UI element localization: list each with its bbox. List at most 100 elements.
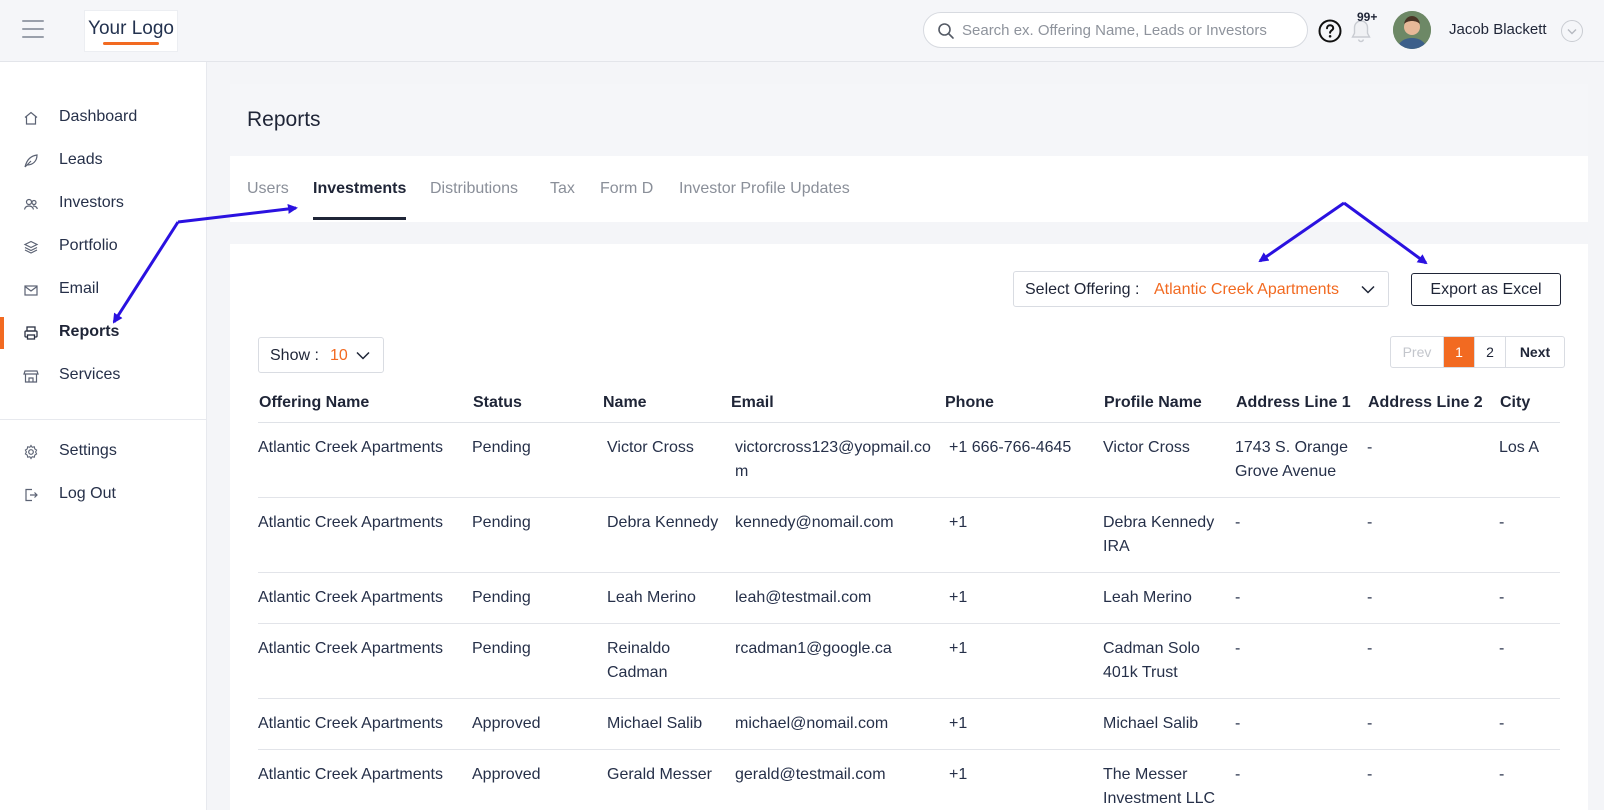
sidebar-item-leads[interactable]: Leads [0, 141, 207, 181]
table-cell: Pending [472, 572, 602, 624]
column-header[interactable]: Address Line 1 [1235, 384, 1367, 423]
sidebar-item-label: Reports [59, 323, 120, 340]
sidebar-item-label: Log Out [59, 485, 116, 502]
table-cell: Atlantic Creek Apartments [258, 422, 472, 498]
table-cell: - [1235, 572, 1367, 624]
content-card: Select Offering : Atlantic Creek Apartme… [230, 244, 1588, 810]
table-row[interactable]: Atlantic Creek Apartments Approved Gerald … [258, 749, 1560, 804]
table-cell: +1 [944, 749, 1103, 804]
help-icon[interactable] [1318, 19, 1342, 43]
show-entries-select[interactable]: Show : 10 [258, 337, 384, 373]
table-cell: - [1499, 572, 1560, 624]
table-cell: +1 666-766-4645 [944, 422, 1103, 498]
table-cell: Leah Merino [1103, 572, 1235, 624]
offering-select-value: Atlantic Creek Apartments [1154, 281, 1339, 298]
table-cell: Michael Salib [602, 698, 730, 750]
sidebar-item-label: Investors [59, 194, 124, 211]
table-cell: Cadman Solo 401k Trust [1103, 623, 1235, 699]
next-page-button[interactable]: Next [1506, 337, 1564, 367]
page-button[interactable]: 1 [1444, 337, 1475, 367]
avatar[interactable] [1393, 11, 1431, 49]
tab-users[interactable]: Users [247, 180, 289, 198]
table-cell: Debra Kennedy [602, 497, 730, 573]
sidebar-item-email[interactable]: Email [0, 270, 207, 310]
menu-icon[interactable] [22, 20, 44, 38]
tab-form-d[interactable]: Form D [600, 180, 653, 198]
search-input[interactable] [962, 19, 1292, 41]
prev-page-button[interactable]: Prev [1391, 337, 1444, 367]
sidebar-divider [0, 419, 207, 420]
offering-select[interactable]: Select Offering : Atlantic Creek Apartme… [1013, 271, 1389, 307]
search-box [923, 12, 1308, 48]
sidebar-item-reports[interactable]: Reports [0, 313, 207, 353]
table-cell: Atlantic Creek Apartments [258, 572, 472, 624]
table-cell: - [1367, 422, 1499, 498]
gear-icon [24, 444, 38, 460]
table-cell: leah@testmail.com [730, 572, 944, 624]
investments-table-wrapper[interactable]: Offering Name Status Name Email Phone Pr… [258, 384, 1560, 804]
column-header[interactable]: Email [730, 384, 944, 423]
table-row[interactable]: Atlantic Creek Apartments Pending Leah Mer… [258, 572, 1560, 624]
reports-header: Reports [230, 84, 1588, 156]
tab-distributions[interactable]: Distributions [430, 180, 518, 198]
page-button[interactable]: 2 [1475, 337, 1506, 367]
user-name[interactable]: Jacob Blackett [1449, 21, 1547, 38]
chevron-down-icon [356, 351, 370, 360]
mail-icon [24, 285, 38, 296]
table-cell: Approved [472, 698, 602, 750]
table-cell: +1 [944, 698, 1103, 750]
table-cell: Victor Cross [1103, 422, 1235, 498]
logo[interactable]: Your Logo [84, 10, 178, 52]
table-cell: - [1499, 497, 1560, 573]
table-cell: - [1235, 623, 1367, 699]
sidebar-item-logout[interactable]: Log Out [0, 475, 207, 515]
column-header[interactable]: Status [472, 384, 602, 423]
pagination: Prev 1 2 Next [1390, 336, 1565, 368]
sidebar-item-services[interactable]: Services [0, 356, 207, 396]
column-header[interactable]: Address Line 2 [1367, 384, 1499, 423]
logout-icon [25, 488, 38, 502]
offering-select-label: Select Offering : [1025, 281, 1140, 298]
layers-icon [23, 240, 39, 254]
table-cell: Leah Merino [602, 572, 730, 624]
column-header[interactable]: Offering Name [258, 384, 472, 423]
table-cell: - [1499, 698, 1560, 750]
sidebar-item-label: Leads [59, 151, 103, 168]
table-cell: +1 [944, 572, 1103, 624]
tab-tax[interactable]: Tax [550, 180, 575, 198]
sidebar-item-label: Dashboard [59, 108, 138, 125]
sidebar-item-label: Portfolio [59, 237, 118, 254]
column-header[interactable]: City [1499, 384, 1560, 423]
table-row[interactable]: Atlantic Creek Apartments Pending Reinaldo… [258, 623, 1560, 699]
tab-investor-profile-updates[interactable]: Investor Profile Updates [679, 180, 850, 198]
tab-investments[interactable]: Investments [313, 180, 406, 198]
table-row[interactable]: Atlantic Creek Apartments Approved Michael… [258, 698, 1560, 750]
table-cell: Pending [472, 623, 602, 699]
table-cell: Atlantic Creek Apartments [258, 623, 472, 699]
table-cell: - [1499, 623, 1560, 699]
sidebar-item-investors[interactable]: Investors [0, 184, 207, 224]
top-bar: Your Logo 99+ Jacob Blackett [0, 0, 1604, 62]
table-cell: Pending [472, 422, 602, 498]
table-cell: The Messer Investment LLC [1103, 749, 1235, 804]
export-excel-button[interactable]: Export as Excel [1411, 273, 1561, 306]
table-cell: rcadman1@google.ca [730, 623, 944, 699]
table-cell: - [1367, 623, 1499, 699]
column-header[interactable]: Phone [944, 384, 1103, 423]
sidebar-item-dashboard[interactable]: Dashboard [0, 98, 207, 138]
table-cell: Reinaldo Cadman [602, 623, 730, 699]
table-cell: - [1367, 698, 1499, 750]
leaf-icon [24, 154, 38, 168]
column-header[interactable]: Profile Name [1103, 384, 1235, 423]
column-header[interactable]: Name [602, 384, 730, 423]
sidebar-item-settings[interactable]: Settings [0, 432, 207, 472]
table-cell: 1743 S. Orange Grove Avenue [1235, 422, 1367, 498]
table-row[interactable]: Atlantic Creek Apartments Pending Debra Ke… [258, 497, 1560, 573]
table-cell: victorcross123@yopmail.com [730, 422, 944, 498]
home-icon [24, 111, 38, 125]
users-icon [23, 198, 38, 210]
tabs-bar: Users Investments Distributions Tax Form… [230, 156, 1588, 222]
user-menu-chevron-icon[interactable] [1561, 20, 1583, 42]
sidebar-item-portfolio[interactable]: Portfolio [0, 227, 207, 267]
table-row[interactable]: Atlantic Creek Apartments Pending Victor C… [258, 422, 1560, 498]
